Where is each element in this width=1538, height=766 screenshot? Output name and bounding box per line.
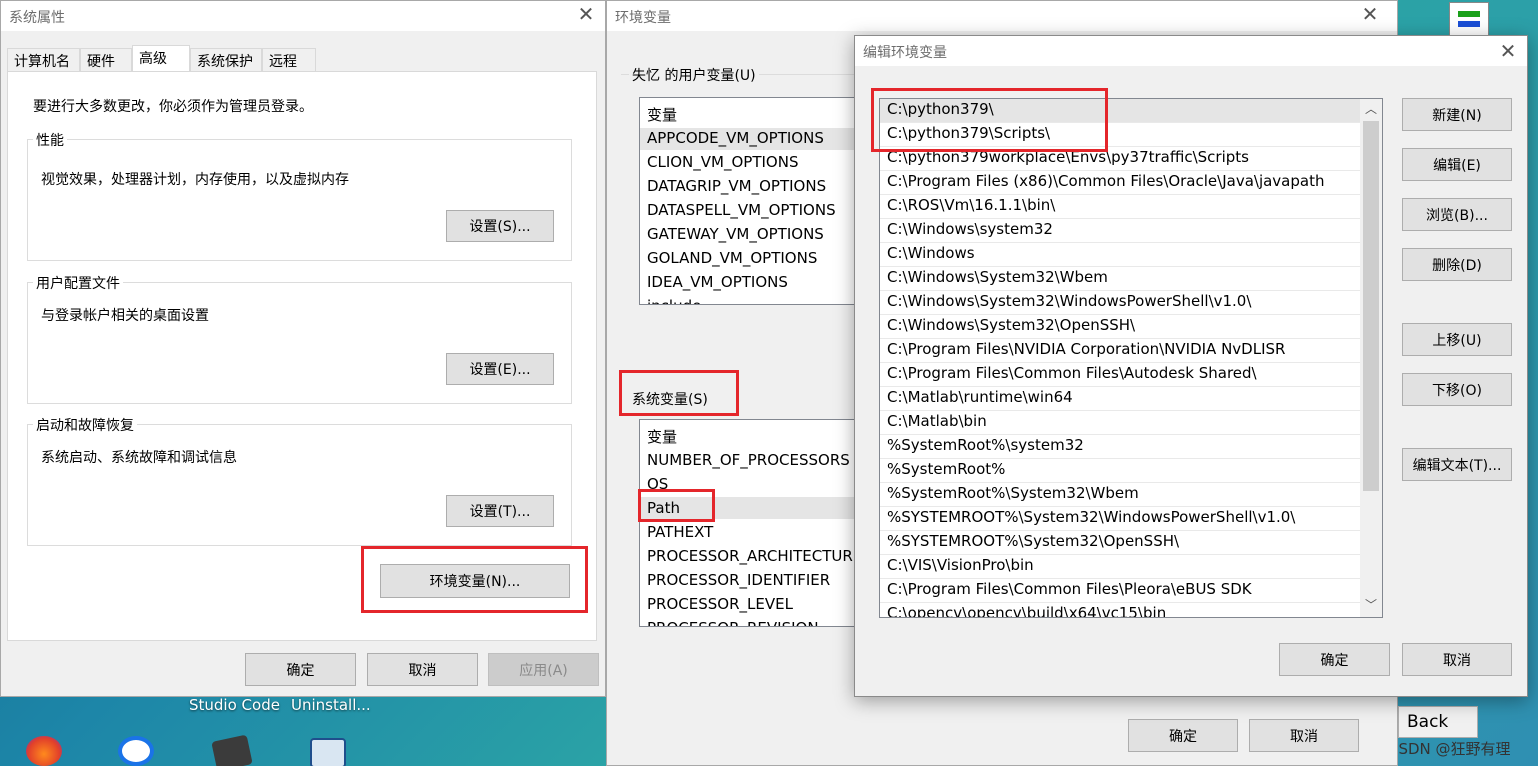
taskbar-label-vscode[interactable]: Studio Code xyxy=(189,696,280,714)
tab-advanced[interactable]: 高级 xyxy=(132,45,190,73)
move-down-button[interactable]: 下移(O) xyxy=(1402,373,1512,406)
edit-env-ok-button[interactable]: 确定 xyxy=(1279,643,1390,676)
sys-props-close-icon[interactable]: ✕ xyxy=(573,3,599,27)
list-item[interactable]: APPCODE_VM_OPTIONS xyxy=(647,129,824,147)
firefox-icon[interactable] xyxy=(26,736,62,766)
path-row[interactable]: C:\Program Files\Common Files\Autodesk S… xyxy=(880,363,1360,387)
profile-desc: 与登录帐户相关的桌面设置 xyxy=(41,308,209,324)
list-item[interactable]: DATAGRIP_VM_OPTIONS xyxy=(647,177,826,195)
edit-env-close-icon[interactable]: ✕ xyxy=(1495,40,1521,64)
performance-title: 性能 xyxy=(33,130,67,150)
path-list-scrollbar[interactable]: ︿ ﹀ xyxy=(1360,99,1382,617)
path-row[interactable]: C:\Program Files (x86)\Common Files\Orac… xyxy=(880,171,1360,195)
startup-title: 启动和故障恢复 xyxy=(33,415,137,435)
sys-props-ok-button[interactable]: 确定 xyxy=(245,653,356,686)
path-row[interactable]: %SystemRoot% xyxy=(880,459,1360,483)
path-row[interactable]: C:\Windows\System32\Wbem xyxy=(880,267,1360,291)
tab-system-protection[interactable]: 系统保护 xyxy=(190,48,262,72)
env-vars-ok-button[interactable]: 确定 xyxy=(1128,719,1238,752)
list-item[interactable]: IDEA_VM_OPTIONS xyxy=(647,273,788,291)
list-item[interactable]: PROCESSOR_LEVEL xyxy=(647,595,793,613)
path-row[interactable]: C:\Matlab\runtime\win64 xyxy=(880,387,1360,411)
path-row[interactable]: C:\Program Files\NVIDIA Corporation\NVID… xyxy=(880,339,1360,363)
path-row[interactable]: C:\VIS\VisionPro\bin xyxy=(880,555,1360,579)
system-properties-window: 系统属性 ✕ 计算机名 硬件 高级 系统保护 远程 要进行大多数更改，你必须作为… xyxy=(0,0,606,697)
user-variables-group-title: 失忆 的用户变量(U) xyxy=(629,65,759,85)
tab-computer-name[interactable]: 计算机名 xyxy=(7,48,80,72)
list-item[interactable]: CLION_VM_OPTIONS xyxy=(647,153,798,171)
tray-app-icon[interactable] xyxy=(1449,2,1489,36)
highlight-python-paths xyxy=(871,88,1108,152)
tab-hardware[interactable]: 硬件 xyxy=(80,48,132,72)
scroll-down-chevron-icon[interactable]: ﹀ xyxy=(1360,595,1382,615)
env-vars-titlebar[interactable]: 环境变量 xyxy=(607,1,1397,31)
media-app-icon[interactable] xyxy=(211,734,253,766)
list-item[interactable]: DATASPELL_VM_OPTIONS xyxy=(647,201,836,219)
profile-title: 用户配置文件 xyxy=(33,273,123,293)
browser-s-icon[interactable] xyxy=(118,736,154,766)
sys-props-titlebar[interactable]: 系统属性 xyxy=(1,1,605,31)
watermark: CSDN @狂野有理 xyxy=(1388,740,1511,758)
path-row[interactable]: C:\Windows\system32 xyxy=(880,219,1360,243)
sys-vars-header[interactable]: 变量 xyxy=(647,426,677,447)
performance-group: 视觉效果，处理器计划，内存使用，以及虚拟内存 设置(S)... xyxy=(27,139,572,261)
user-variables-list[interactable]: 变量 APPCODE_VM_OPTIONS CLION_VM_OPTIONS D… xyxy=(639,97,869,305)
path-row[interactable]: C:\Program Files\Common Files\Pleora\eBU… xyxy=(880,579,1360,603)
path-row[interactable]: C:\opencv\opencv\build\x64\vc15\bin xyxy=(880,603,1360,617)
list-item[interactable]: PROCESSOR_ARCHITECTURE xyxy=(647,547,862,565)
path-row[interactable]: C:\Windows\System32\WindowsPowerShell\v1… xyxy=(880,291,1360,315)
highlight-env-button xyxy=(361,546,588,613)
profile-group: 与登录帐户相关的桌面设置 设置(E)... xyxy=(27,282,572,404)
back-button[interactable]: Back xyxy=(1398,706,1478,738)
browse-path-button[interactable]: 浏览(B)... xyxy=(1402,198,1512,231)
path-row[interactable]: %SystemRoot%\system32 xyxy=(880,435,1360,459)
new-path-button[interactable]: 新建(N) xyxy=(1402,98,1512,131)
sys-props-apply-button[interactable]: 应用(A) xyxy=(488,653,599,686)
list-item[interactable]: GOLAND_VM_OPTIONS xyxy=(647,249,817,267)
list-item[interactable]: PROCESSOR_IDENTIFIER xyxy=(647,571,830,589)
performance-settings-button[interactable]: 设置(S)... xyxy=(446,210,554,242)
env-vars-close-icon[interactable]: ✕ xyxy=(1357,3,1383,27)
edit-env-titlebar[interactable]: 编辑环境变量 xyxy=(855,36,1527,66)
path-row[interactable]: %SYSTEMROOT%\System32\WindowsPowerShell\… xyxy=(880,507,1360,531)
delete-path-button[interactable]: 删除(D) xyxy=(1402,248,1512,281)
move-up-button[interactable]: 上移(U) xyxy=(1402,323,1512,356)
list-item[interactable]: NUMBER_OF_PROCESSORS xyxy=(647,451,850,469)
env-vars-title: 环境变量 xyxy=(615,10,671,26)
r-app-icon[interactable] xyxy=(310,738,346,766)
edit-text-button[interactable]: 编辑文本(T)... xyxy=(1402,448,1512,481)
user-vars-header[interactable]: 变量 xyxy=(647,104,677,125)
scrollbar-thumb[interactable] xyxy=(1363,121,1379,491)
edit-env-title: 编辑环境变量 xyxy=(863,45,947,61)
edit-path-button[interactable]: 编辑(E) xyxy=(1402,148,1512,181)
profile-settings-button[interactable]: 设置(E)... xyxy=(446,353,554,385)
scroll-up-chevron-icon[interactable]: ︿ xyxy=(1360,99,1382,119)
path-row[interactable]: C:\Matlab\bin xyxy=(880,411,1360,435)
sys-props-cancel-button[interactable]: 取消 xyxy=(367,653,478,686)
path-entries-list[interactable]: C:\python379\ C:\python379\Scripts\ C:\p… xyxy=(879,98,1383,618)
list-item[interactable]: include xyxy=(647,297,701,304)
path-row[interactable]: C:\ROS\Vm\16.1.1\bin\ xyxy=(880,195,1360,219)
edit-environment-variable-window: 编辑环境变量 ✕ C:\python379\ C:\python379\Scri… xyxy=(854,35,1528,697)
sys-props-title: 系统属性 xyxy=(9,10,65,26)
path-row[interactable]: %SystemRoot%\System32\Wbem xyxy=(880,483,1360,507)
list-item[interactable]: PROCESSOR_REVISION xyxy=(647,619,819,626)
list-item[interactable]: PATHEXT xyxy=(647,523,713,541)
performance-desc: 视觉效果，处理器计划，内存使用，以及虚拟内存 xyxy=(41,172,349,188)
admin-note: 要进行大多数更改，你必须作为管理员登录。 xyxy=(33,99,313,115)
system-variables-list[interactable]: 变量 NUMBER_OF_PROCESSORS OS Path PATHEXT … xyxy=(639,419,869,627)
startup-desc: 系统启动、系统故障和调试信息 xyxy=(41,450,237,466)
path-row[interactable]: %SYSTEMROOT%\System32\OpenSSH\ xyxy=(880,531,1360,555)
tab-remote[interactable]: 远程 xyxy=(262,48,316,72)
edit-env-cancel-button[interactable]: 取消 xyxy=(1402,643,1512,676)
highlight-system-vars-title xyxy=(619,370,739,416)
startup-settings-button[interactable]: 设置(T)... xyxy=(446,495,554,527)
path-row[interactable]: C:\Windows xyxy=(880,243,1360,267)
highlight-path-row xyxy=(638,489,715,522)
list-item[interactable]: GATEWAY_VM_OPTIONS xyxy=(647,225,824,243)
taskbar-label-uninstall[interactable]: Uninstall... xyxy=(291,696,371,714)
env-vars-cancel-button[interactable]: 取消 xyxy=(1249,719,1359,752)
path-row[interactable]: C:\Windows\System32\OpenSSH\ xyxy=(880,315,1360,339)
startup-group: 系统启动、系统故障和调试信息 设置(T)... xyxy=(27,424,572,546)
